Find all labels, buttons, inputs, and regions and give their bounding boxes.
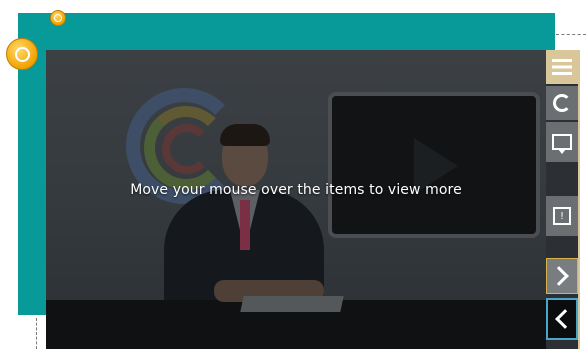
desk-paper [240,296,344,312]
hotspot-marker-small[interactable] [50,10,66,26]
studio-logo-ring [162,124,212,174]
reload-icon [553,94,571,112]
studio-screen [328,92,540,238]
next-button[interactable] [546,258,578,294]
comment-icon [552,134,572,154]
comment-button[interactable] [546,122,578,162]
hotspot-marker-large[interactable] [6,38,38,70]
reload-button[interactable] [546,86,578,120]
marker-ring-icon [54,14,62,22]
marker-ring-icon [14,46,30,62]
news-anchor-hair [220,124,270,146]
previous-button[interactable] [546,298,578,340]
sidebar-border [578,50,580,349]
guide-line-top [556,34,586,35]
instruction-overlay-text: Move your mouse over the items to view m… [130,182,462,198]
chevron-right-icon [549,266,569,286]
info-button[interactable]: ! [546,196,578,236]
video-stage[interactable]: Move your mouse over the items to view m… [46,50,546,349]
info-icon: ! [553,207,571,225]
guide-line-left [36,318,37,349]
chevron-left-icon [555,309,575,329]
menu-button[interactable] [546,50,578,84]
news-anchor-tie [240,200,250,250]
menu-icon [552,59,572,75]
